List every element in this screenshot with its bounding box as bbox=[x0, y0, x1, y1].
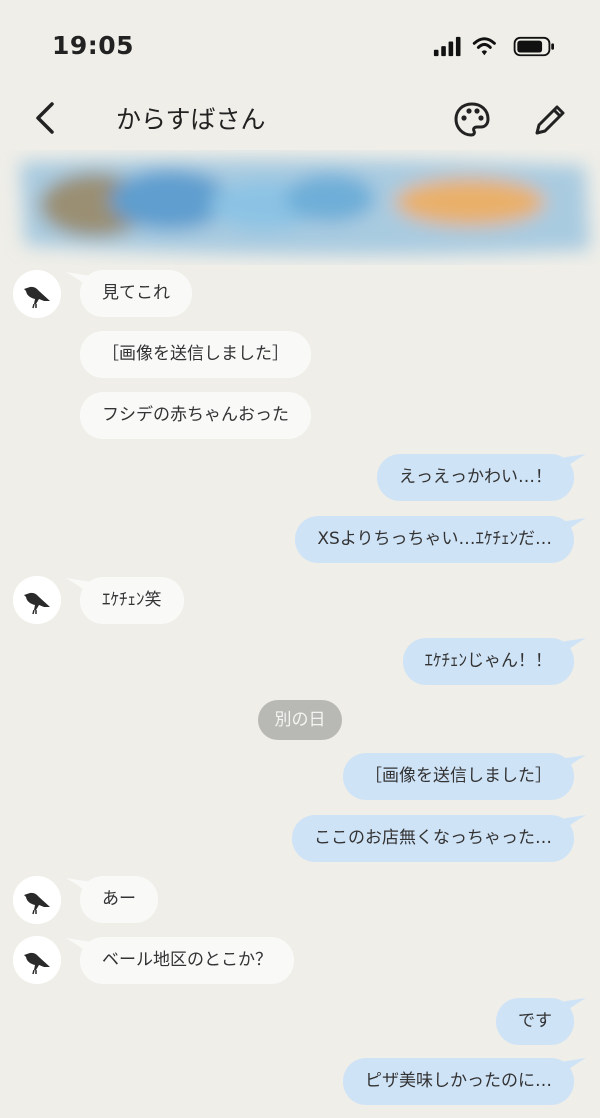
battery-icon bbox=[513, 36, 554, 57]
message-bubble-outgoing[interactable]: ピザ美味しかったのに… bbox=[343, 1058, 574, 1105]
message-bubble-incoming[interactable]: ［画像を送信しました］ bbox=[80, 331, 311, 378]
message-bubble-outgoing[interactable]: ここのお店無くなっちゃった… bbox=[292, 815, 574, 862]
message-bubble-outgoing[interactable]: ｴｹﾁｪﾝじゃん！！ bbox=[402, 638, 574, 685]
status-icons bbox=[433, 36, 554, 57]
message-bubble-incoming[interactable]: 見てこれ bbox=[80, 270, 192, 317]
message-bubble-outgoing[interactable]: ［画像を送信しました］ bbox=[343, 753, 574, 800]
back-chevron-icon[interactable] bbox=[28, 96, 64, 140]
avatar-crow-icon[interactable] bbox=[13, 270, 61, 318]
edit-pen-icon[interactable] bbox=[528, 98, 572, 142]
message-bubble-incoming[interactable]: ｴｹﾁｪﾝ笑 bbox=[80, 577, 184, 624]
message-bubble-outgoing[interactable]: XSよりちっちゃい…ｴｹﾁｪﾝだ… bbox=[295, 516, 574, 563]
avatar-crow-icon[interactable] bbox=[13, 576, 61, 624]
wifi-icon bbox=[472, 37, 496, 56]
message-bubble-outgoing[interactable]: えっえっかわい…！ bbox=[377, 454, 574, 501]
palette-icon[interactable] bbox=[450, 98, 494, 142]
message-bubble-incoming[interactable]: ベール地区のとこか？ bbox=[80, 937, 294, 984]
status-time: 19:05 bbox=[52, 31, 135, 60]
message-bubble-incoming[interactable]: フシデの赤ちゃんおった bbox=[80, 392, 311, 439]
chat-header: からすばさん bbox=[0, 90, 600, 152]
avatar-crow-icon[interactable] bbox=[13, 936, 61, 984]
date-separator: 別の日 bbox=[258, 700, 342, 740]
signal-icon bbox=[433, 36, 461, 57]
blurred-banner-image bbox=[20, 158, 590, 255]
status-bar: 19:05 bbox=[0, 0, 600, 90]
chat-title: からすばさん bbox=[116, 105, 266, 134]
avatar-crow-icon[interactable] bbox=[13, 876, 61, 924]
message-bubble-outgoing[interactable]: です bbox=[496, 998, 574, 1045]
message-bubble-incoming[interactable]: あー bbox=[80, 876, 158, 923]
